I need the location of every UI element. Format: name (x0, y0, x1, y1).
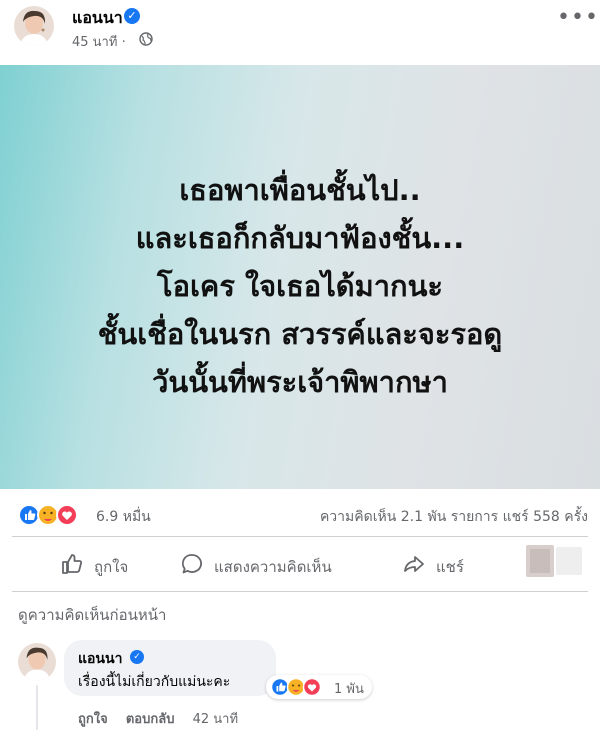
image-text-line: ชั้นเชื่อในนรก สวรรค์และจะรอดู (97, 317, 503, 351)
love-icon (56, 504, 78, 526)
verified-icon: ✓ (124, 8, 140, 24)
author-name[interactable]: แอนนา (72, 6, 123, 31)
image-text-line: และเธอก็กลับมาฟ้องชั้น... (135, 221, 465, 255)
post-image[interactable]: เธอพาเพื่อนชั้นไป.. และเธอก็กลับมาฟ้องชั… (0, 65, 600, 489)
reaction-count[interactable]: 6.9 หมื่น (96, 506, 151, 528)
more-options-icon[interactable]: ••• (557, 7, 598, 32)
comment-bubble: แอนนา ✓ เรื่องนี้ไม่เกี่ยวกับแม่นะคะ (64, 640, 276, 696)
comment-timestamp[interactable]: 42 นาที (193, 712, 238, 727)
comment-label: แสดงความคิดเห็น (214, 558, 332, 576)
divider (12, 536, 588, 537)
comment-share-stats[interactable]: ความคิดเห็น 2.1 พัน รายการ แชร์ 558 ครั้… (320, 506, 588, 528)
like-icon (18, 504, 40, 526)
like-icon (270, 677, 290, 697)
comment-icon (181, 554, 203, 574)
share-icon (404, 556, 424, 572)
comment-reply-button[interactable]: ตอบกลับ (126, 712, 175, 727)
reaction-icons[interactable] (18, 503, 94, 527)
post-header: แอนนา ✓ 45 นาที · ••• (0, 0, 600, 62)
globe-icon (139, 32, 153, 46)
image-text-line: วันนั้นที่พระเจ้าพิพากษา (152, 365, 448, 399)
share-label: แชร์ (436, 558, 464, 576)
view-previous-comments[interactable]: ดูความคิดเห็นก่อนหน้า (18, 603, 166, 627)
post-timestamp[interactable]: 45 นาที · (72, 31, 126, 52)
comment-reaction-count: 1 พัน (334, 682, 364, 697)
thread-line (36, 685, 38, 730)
comment-text: เรื่องนี้ไม่เกี่ยวกับแม่นะคะ (78, 674, 231, 690)
divider (12, 591, 588, 592)
comment-reactions[interactable]: 1 พัน (266, 675, 372, 699)
verified-icon: ✓ (130, 650, 144, 664)
post-actions-bar: ถูกใจ แสดงความคิดเห็น แชร์ (0, 540, 600, 590)
like-label: ถูกใจ (94, 558, 129, 576)
image-text-line: เธอพาเพื่อนชั้นไป.. (179, 173, 421, 207)
comment-author-avatar[interactable] (18, 643, 56, 681)
love-icon (302, 677, 322, 697)
care-icon (286, 677, 306, 697)
profile-switcher[interactable] (526, 545, 584, 577)
reactions-summary: 6.9 หมื่น ความคิดเห็น 2.1 พัน รายการ แชร… (0, 500, 600, 530)
comment-like-button[interactable]: ถูกใจ (78, 712, 108, 727)
care-icon (37, 504, 59, 526)
comment-actions: ถูกใจ ตอบกลับ 42 นาที (78, 708, 252, 729)
comment-reaction-icons (270, 677, 322, 697)
image-text-line: โอเคร ใจเธอได้มากนะ (157, 269, 443, 303)
comment-author-name[interactable]: แอนนา (78, 648, 122, 670)
author-avatar[interactable] (14, 6, 54, 46)
thumbs-up-icon (62, 554, 83, 574)
